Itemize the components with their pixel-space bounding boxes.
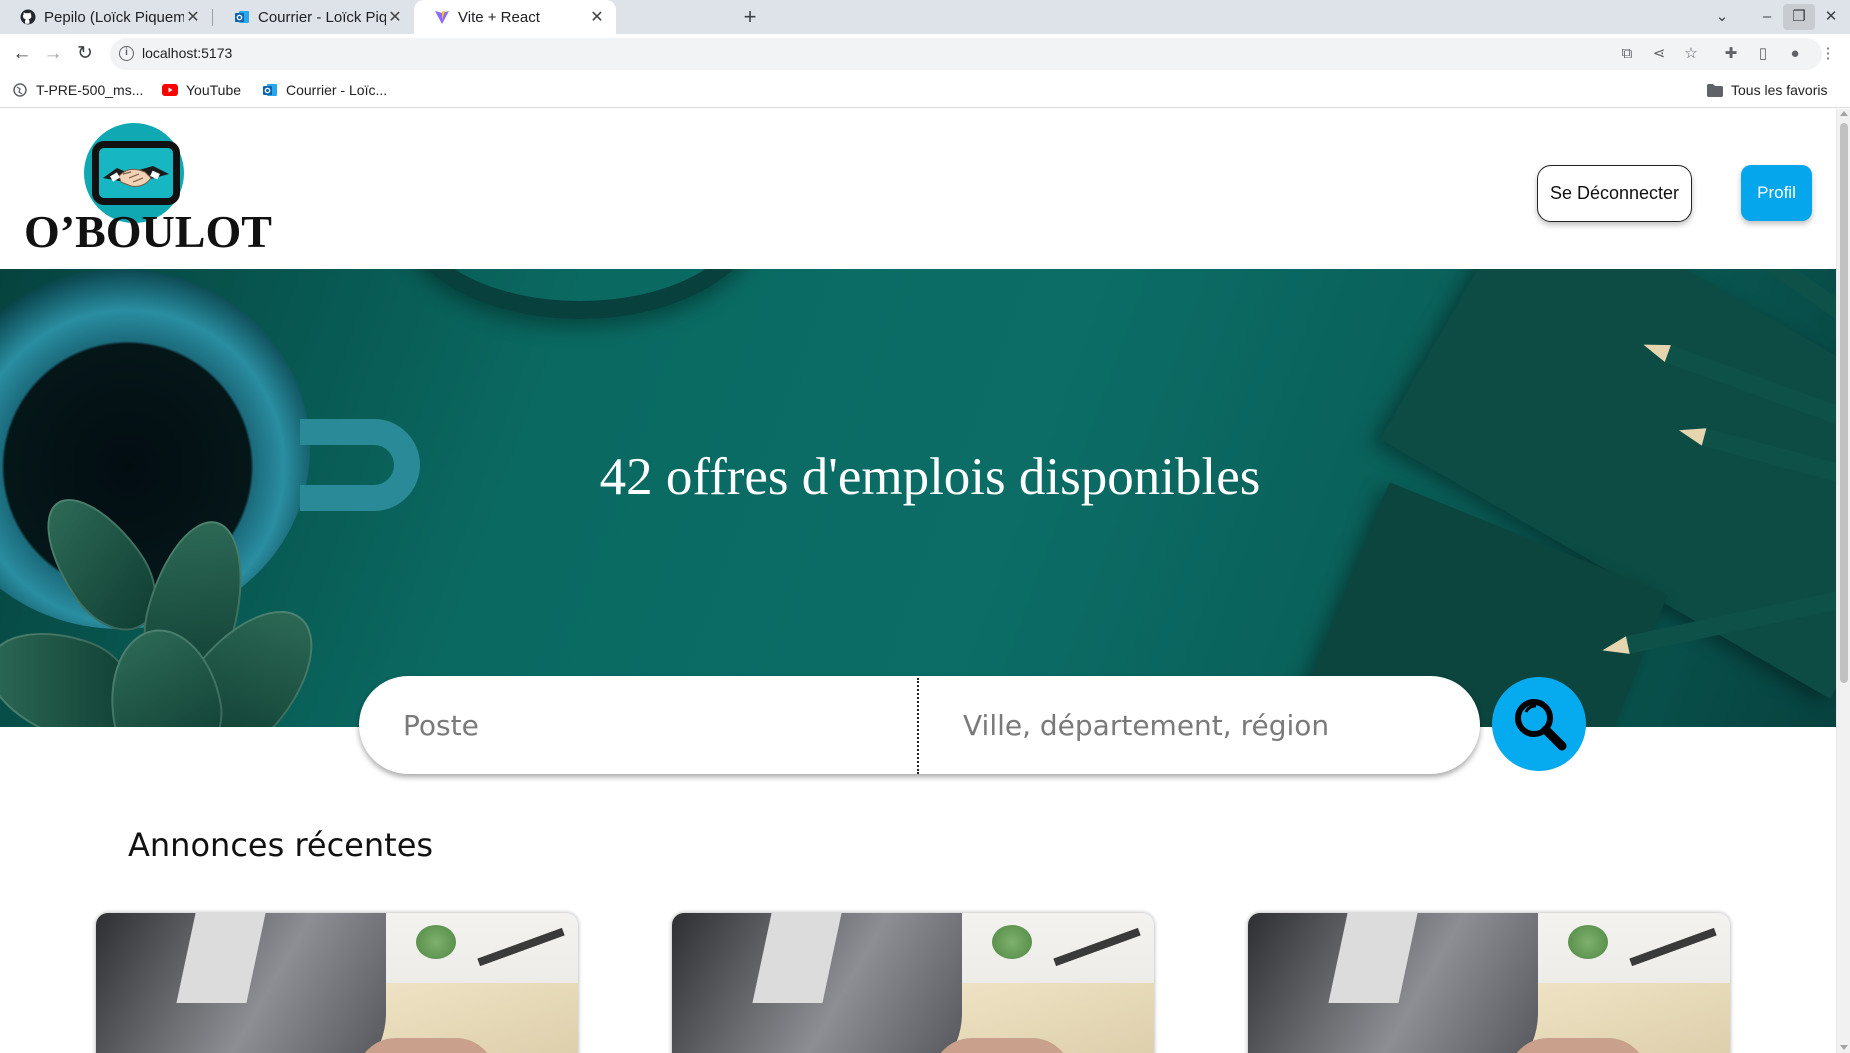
close-icon[interactable]: ✕ xyxy=(588,7,606,27)
back-icon[interactable]: ← xyxy=(8,40,36,68)
tab-strip: Pepilo (Loïck Piquemal-P ✕ Courrier - Lo… xyxy=(0,0,1850,34)
recent-listings-title: Annonces récentes xyxy=(128,826,434,864)
job-search-bar xyxy=(359,676,1480,774)
job-card-image xyxy=(672,913,1154,1053)
all-bookmarks-label: Tous les favoris xyxy=(1731,82,1828,98)
menu-icon[interactable]: ⋮ xyxy=(1815,40,1841,68)
bookmark-label: Courrier - Loïc... xyxy=(286,82,388,98)
magnifier-icon xyxy=(1510,694,1568,755)
browser-toolbar: ← → ↻ i localhost:5173 ⧉ ⋖ ☆ ✚ ▯ ● ⋮ xyxy=(0,34,1850,74)
bookmark-star-icon[interactable]: ☆ xyxy=(1678,40,1704,68)
url-text: localhost:5173 xyxy=(142,45,233,61)
tab-title: Vite + React xyxy=(458,8,540,26)
side-panel-icon[interactable]: ▯ xyxy=(1750,40,1776,68)
tab-search-icon[interactable]: ⌄ xyxy=(1706,0,1738,34)
extensions-icon[interactable]: ✚ xyxy=(1718,40,1744,68)
new-tab-icon[interactable]: + xyxy=(737,4,763,30)
handshake-icon xyxy=(92,141,180,205)
profile-icon[interactable]: ● xyxy=(1782,40,1808,68)
tab-vite-react[interactable]: Vite + React ✕ xyxy=(414,0,616,34)
restore-icon[interactable]: ❐ xyxy=(1783,4,1815,30)
site-header: O’BOULOT Se Déconnecter Profil xyxy=(0,109,1836,269)
share-icon[interactable]: ⋖ xyxy=(1646,40,1672,68)
bookmark-item[interactable]: T-PRE-500_ms... xyxy=(12,82,143,98)
folder-icon xyxy=(1707,82,1723,98)
logout-button[interactable]: Se Déconnecter xyxy=(1537,165,1692,222)
all-bookmarks[interactable]: Tous les favoris xyxy=(1707,82,1827,98)
address-bar[interactable]: i localhost:5173 xyxy=(110,38,1822,70)
job-card[interactable] xyxy=(672,913,1154,1053)
bookmark-item[interactable]: Courrier - Loïc... xyxy=(262,82,387,98)
close-icon[interactable]: ✕ xyxy=(386,7,404,27)
tab-github[interactable]: Pepilo (Loïck Piquemal-P ✕ xyxy=(0,0,212,34)
tab-outlook[interactable]: Courrier - Loïck Piquemal ✕ xyxy=(214,0,414,34)
close-icon[interactable]: ✕ xyxy=(184,7,202,27)
hero-banner: 42 offres d'emplois disponibles xyxy=(0,269,1836,727)
job-title-input[interactable] xyxy=(403,676,903,774)
site-logo[interactable]: O’BOULOT xyxy=(24,123,272,258)
job-card[interactable] xyxy=(1248,913,1730,1053)
hero-bg-saucer xyxy=(400,269,760,319)
search-button[interactable] xyxy=(1492,677,1586,771)
forward-icon[interactable]: → xyxy=(39,40,67,68)
page-scrollbar[interactable] xyxy=(1836,109,1850,1053)
page-viewport: O’BOULOT Se Déconnecter Profil 42 offres… xyxy=(0,109,1836,1053)
close-window-icon[interactable]: ✕ xyxy=(1815,0,1847,34)
job-card[interactable] xyxy=(96,913,578,1053)
vite-icon xyxy=(434,9,450,25)
browser-chrome: Pepilo (Loïck Piquemal-P ✕ Courrier - Lo… xyxy=(0,0,1850,109)
reload-icon[interactable]: ↻ xyxy=(71,40,99,68)
hero-title: 42 offres d'emplois disponibles xyxy=(599,448,1261,506)
scroll-up-icon[interactable] xyxy=(1840,111,1848,116)
tab-separator xyxy=(212,9,213,26)
scroll-down-icon[interactable] xyxy=(1840,1045,1848,1050)
minimize-icon[interactable]: – xyxy=(1751,0,1783,34)
youtube-icon xyxy=(162,82,178,98)
globe-icon xyxy=(12,82,28,98)
outlook-icon xyxy=(234,9,250,25)
logo-wordmark: O’BOULOT xyxy=(24,206,272,257)
bookmark-label: T-PRE-500_ms... xyxy=(36,82,144,98)
tab-title: Pepilo (Loïck Piquemal-P xyxy=(44,8,184,26)
translate-icon[interactable]: ⧉ xyxy=(1614,40,1640,68)
search-divider xyxy=(917,678,919,774)
github-icon xyxy=(20,9,36,25)
bookmark-label: YouTube xyxy=(186,82,242,98)
bookmark-item[interactable]: YouTube xyxy=(162,82,241,98)
bookmarks-bar: T-PRE-500_ms... YouTube Courrier - Loïc.… xyxy=(0,74,1850,108)
profile-button[interactable]: Profil xyxy=(1741,165,1812,221)
outlook-icon xyxy=(262,82,278,98)
tab-title: Courrier - Loïck Piquemal xyxy=(258,8,386,26)
location-input[interactable] xyxy=(963,676,1453,774)
site-info-icon[interactable]: i xyxy=(119,46,134,61)
job-card-image xyxy=(96,913,578,1053)
scrollbar-thumb[interactable] xyxy=(1840,123,1848,683)
job-card-image xyxy=(1248,913,1730,1053)
